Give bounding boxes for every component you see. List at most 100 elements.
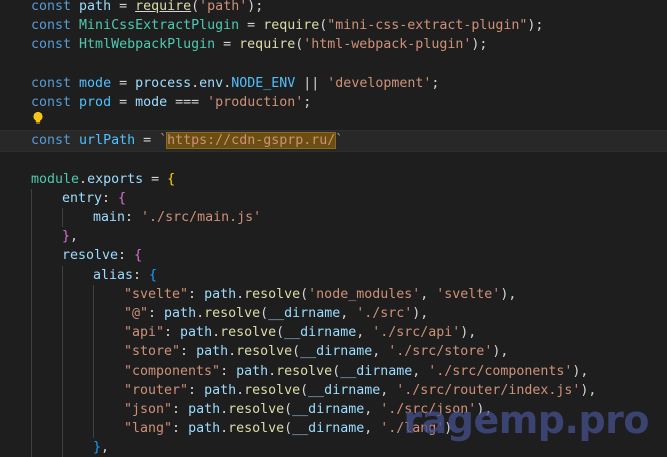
code-text[interactable]: "svelte": path.resolve('node_modules', '…	[124, 285, 516, 304]
code-token: ===	[167, 94, 208, 110]
code-token: :	[180, 344, 197, 360]
code-line[interactable]: "json": path.resolve(__dirname, './src/j…	[0, 399, 667, 420]
code-token: .	[236, 382, 245, 398]
code-token: }	[93, 440, 102, 456]
code-token: 'svelte'	[436, 286, 501, 302]
code-line[interactable]: "router": path.resolve(__dirname, './src…	[0, 380, 667, 400]
indent-guide	[31, 419, 32, 439]
code-text[interactable]: "@": path.resolve(__dirname, './src'),	[124, 304, 428, 323]
code-line[interactable]: resolve: {	[0, 246, 667, 266]
code-token: module	[31, 171, 80, 187]
code-line[interactable]: "api": path.resolve(__dirname, './src/ap…	[0, 323, 667, 343]
code-text[interactable]: "api": path.resolve(__dirname, './src/ap…	[124, 323, 476, 342]
code-line[interactable]: },	[0, 438, 667, 457]
code-lines[interactable]: const path = require('path'); const MiniC…	[0, 0, 667, 457]
code-line[interactable]	[0, 112, 667, 131]
code-token: "mini-css-extract-plugin"	[327, 18, 528, 34]
code-line[interactable]: const urlPath = `https://cdn-gsprp.ru/`	[0, 130, 667, 152]
code-text[interactable]: const MiniCssExtractPlugin = require("mi…	[31, 16, 543, 35]
code-token: ,	[356, 325, 373, 341]
code-token: =	[215, 37, 240, 53]
code-line[interactable]: "svelte": path.resolve('node_modules', '…	[0, 284, 667, 304]
code-token: prod	[79, 94, 112, 110]
code-token: {	[149, 267, 158, 283]
indent-guide	[31, 188, 32, 209]
code-line[interactable]: const MiniCssExtractPlugin = require("mi…	[0, 16, 667, 35]
code-token: __dirname	[340, 363, 413, 379]
code-text[interactable]: "store": path.resolve(__dirname, './src/…	[124, 342, 508, 361]
code-token: resolve	[244, 286, 301, 302]
code-token: mode	[135, 94, 168, 110]
code-text[interactable]: const urlPath = `https://cdn-gsprp.ru/`	[31, 131, 343, 150]
code-token: :	[220, 363, 237, 379]
indent-guide	[31, 284, 32, 304]
code-text[interactable]: "json": path.resolve(__dirname, './src/j…	[124, 400, 492, 419]
code-token: 'production'	[207, 94, 304, 110]
code-text[interactable]: "lang": path.resolve(__dirname, './lang'…	[124, 419, 452, 438]
code-text[interactable]: alias: {	[93, 266, 157, 285]
code-line[interactable]: "@": path.resolve(__dirname, './src'),	[0, 304, 667, 324]
code-token: ,	[101, 440, 110, 456]
code-text[interactable]: "components": path.resolve(__dirname, '.…	[124, 362, 588, 381]
code-line[interactable]	[0, 55, 667, 74]
code-token: (	[284, 421, 293, 437]
code-token: )	[444, 421, 453, 437]
code-token: const	[31, 37, 72, 53]
code-text[interactable]: "router": path.resolve(__dirname, './src…	[124, 381, 596, 400]
code-line[interactable]: const mode = process.env.NODE_ENV || 'de…	[0, 74, 667, 93]
code-token: __dirname	[300, 344, 373, 360]
code-token: const	[31, 94, 72, 110]
code-text[interactable]: main: './src/main.js'	[93, 208, 261, 227]
code-line[interactable]: "store": path.resolve(__dirname, './src/…	[0, 342, 667, 362]
code-token: {	[118, 190, 127, 206]
code-text[interactable]: const HtmlWebpackPlugin = require('html-…	[31, 35, 487, 54]
indent-guide	[31, 246, 32, 266]
code-token: "svelte"	[124, 286, 189, 302]
code-text[interactable]: const prod = mode === 'production';	[31, 93, 311, 112]
code-text[interactable]: entry: {	[62, 189, 126, 208]
indent-guide	[31, 265, 32, 285]
indent-guide	[31, 323, 32, 343]
code-text[interactable]: const path = require('path');	[31, 0, 263, 16]
code-token: "json"	[124, 401, 173, 417]
code-line[interactable]: const HtmlWebpackPlugin = require('html-…	[0, 35, 667, 54]
lightbulb-icon[interactable]	[30, 110, 46, 126]
indent-guide	[93, 380, 94, 400]
code-text[interactable]: },	[93, 438, 109, 457]
code-token: 'development'	[327, 75, 432, 91]
code-token: resolve	[236, 344, 293, 360]
code-text[interactable]: const mode = process.env.NODE_ENV || 'de…	[31, 74, 439, 93]
code-text[interactable]: },	[62, 227, 78, 246]
code-token: ,	[364, 421, 381, 437]
code-editor[interactable]: const path = require('path'); const MiniC…	[0, 0, 667, 457]
indent-guide	[93, 342, 94, 362]
code-token: =	[111, 75, 136, 91]
code-token: NODE_ENV	[231, 75, 296, 91]
code-line[interactable]: "lang": path.resolve(__dirname, './lang'…	[0, 419, 667, 439]
code-token: urlPath	[79, 133, 136, 149]
code-token: .	[228, 344, 237, 360]
code-line[interactable]: const path = require('path');	[0, 0, 667, 16]
code-line[interactable]: entry: {	[0, 188, 667, 209]
code-token: https://cdn-gsprp.ru/	[166, 132, 337, 150]
code-line[interactable]: },	[0, 227, 667, 247]
code-text[interactable]: module.exports = {	[31, 170, 175, 189]
code-token: =	[111, 94, 136, 110]
code-token: ;	[303, 94, 312, 110]
code-token: HtmlWebpackPlugin	[79, 37, 216, 53]
code-token: "components"	[124, 363, 221, 379]
code-token: exports	[87, 171, 144, 187]
code-line[interactable]: const prod = mode === 'production';	[0, 93, 667, 112]
code-text[interactable]: resolve: {	[62, 246, 142, 265]
code-line[interactable]: module.exports = {	[0, 170, 667, 189]
code-line[interactable]: "components": path.resolve(__dirname, '.…	[0, 361, 667, 381]
code-line[interactable]: alias: {	[0, 265, 667, 285]
indent-guide	[31, 208, 32, 228]
code-token: }	[62, 229, 71, 245]
code-line[interactable]	[0, 151, 667, 170]
code-line[interactable]: main: './src/main.js'	[0, 208, 667, 228]
code-token: './src/components'	[428, 363, 573, 379]
indent-guide	[31, 380, 32, 400]
